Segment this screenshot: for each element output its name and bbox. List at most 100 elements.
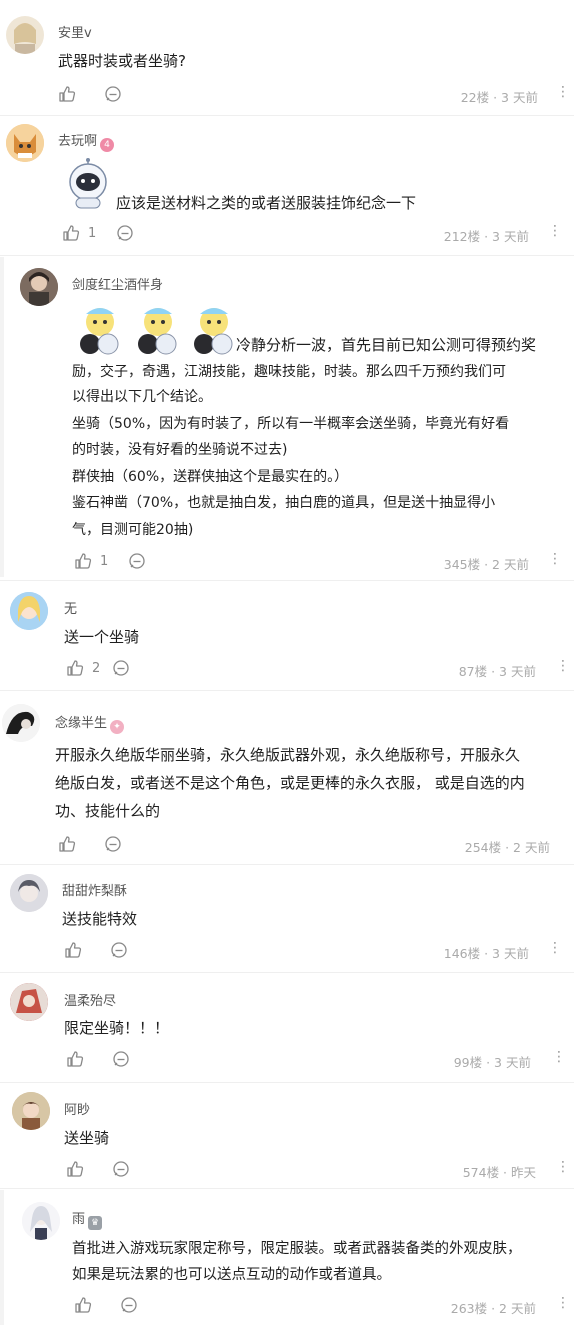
username[interactable]: 雨 ♛ — [72, 1208, 103, 1230]
divider — [0, 1188, 574, 1189]
reply-bubble-icon[interactable] — [112, 1160, 130, 1178]
comment-text: 武器时装或者坐骑? — [58, 52, 186, 70]
comment-text: 应该是送材料之类的或者送服装挂饰纪念一下 — [116, 194, 417, 212]
thumbs-up-icon[interactable] — [58, 835, 76, 853]
more-vertical-icon[interactable]: ⋮ — [556, 84, 570, 100]
comment-text-line: 首批进入游戏玩家限定称号，限定服装。或者武器装备类的外观皮肤， — [72, 1241, 522, 1257]
floor-time: 99楼 · 3 天前 — [453, 1055, 531, 1070]
floor-time: 574楼 · 昨天 — [462, 1165, 536, 1180]
comment-actions — [66, 1158, 130, 1180]
more-vertical-icon[interactable]: ⋮ — [548, 223, 562, 239]
floor-time: 254楼 · 2 天前 — [464, 840, 550, 855]
avatar[interactable] — [20, 268, 58, 306]
username[interactable]: 温柔殆尽 — [64, 990, 116, 1009]
username[interactable]: 念缘半生 ✦ — [55, 712, 125, 734]
comment-actions: 1 — [62, 222, 134, 244]
thumbs-up-icon[interactable] — [62, 224, 80, 242]
reply-bubble-icon[interactable] — [116, 224, 134, 242]
username[interactable]: 阿眇 — [64, 1099, 90, 1118]
comment-text-line: 冷静分析一波，首先目前已知公测可得预约奖 — [236, 336, 537, 354]
divider — [0, 1082, 574, 1083]
username[interactable]: 去玩啊 4 — [58, 130, 115, 152]
avatar[interactable] — [12, 1092, 50, 1130]
username[interactable]: 剑度红尘酒伴身 — [72, 274, 163, 293]
avatar[interactable] — [2, 704, 40, 742]
avatar[interactable] — [10, 592, 48, 630]
more-vertical-icon[interactable]: ⋮ — [556, 1159, 570, 1175]
more-vertical-icon[interactable]: ⋮ — [556, 1295, 570, 1311]
reply-bubble-icon[interactable] — [110, 941, 128, 959]
comment-text-line: 功、技能什么的 — [55, 802, 161, 820]
more-vertical-icon[interactable]: ⋮ — [548, 940, 562, 956]
comment-actions — [66, 1048, 130, 1070]
thumbs-up-icon[interactable] — [74, 1296, 92, 1314]
thumbs-up-icon[interactable] — [64, 941, 82, 959]
comment-actions — [58, 83, 122, 105]
reply-bubble-icon[interactable] — [128, 552, 146, 570]
more-vertical-icon[interactable]: ⋮ — [556, 658, 570, 674]
thumbs-up-icon[interactable] — [66, 1050, 84, 1068]
floor-time: 212楼 · 3 天前 — [443, 229, 529, 244]
comment-text-line: 如果是玩法累的也可以送点互动的动作或者道具。 — [72, 1267, 391, 1283]
reply-bubble-icon[interactable] — [120, 1296, 138, 1314]
thread-indicator — [0, 1190, 4, 1325]
comment-text-line: 气，目测可能20抽) — [72, 522, 194, 538]
sticker-image — [72, 302, 128, 358]
level-badge: ♛ — [88, 1216, 103, 1230]
level-badge: ✦ — [110, 720, 125, 734]
comment-text: 送坐骑 — [64, 1129, 110, 1147]
username[interactable]: 安里v — [58, 22, 92, 41]
comment-text: 送技能特效 — [62, 910, 138, 928]
comment-text-line: 坐骑（50%，因为有时装了，所以有一半概率会送坐骑，毕竟光有好看 — [72, 416, 510, 432]
reply-bubble-icon[interactable] — [112, 659, 130, 677]
reply-bubble-icon[interactable] — [112, 1050, 130, 1068]
divider — [0, 255, 574, 256]
username-text[interactable]: 雨 — [72, 1212, 85, 1227]
like-count: 1 — [88, 225, 97, 241]
comment-text-line: 开服永久绝版华丽坐骑，永久绝版武器外观，永久绝版称号，开服永久 — [55, 746, 521, 764]
like-count: 1 — [100, 553, 109, 569]
avatar[interactable] — [10, 874, 48, 912]
level-badge: 4 — [100, 138, 115, 152]
divider — [0, 580, 574, 581]
thumbs-up-icon[interactable] — [58, 85, 76, 103]
comment-text-line: 以得出以下几个结论。 — [72, 389, 212, 405]
username-text[interactable]: 念缘半生 — [55, 716, 107, 731]
divider — [0, 115, 574, 116]
thumbs-up-icon[interactable] — [74, 552, 92, 570]
reply-bubble-icon[interactable] — [104, 835, 122, 853]
username[interactable]: 无 — [64, 598, 77, 617]
comment-text-line: 群侠抽（60%，送群侠抽这个是最实在的。） — [72, 469, 349, 485]
comment-actions: 1 — [74, 550, 146, 572]
avatar[interactable] — [10, 983, 48, 1021]
floor-time: 146楼 · 3 天前 — [443, 946, 529, 961]
avatar[interactable] — [6, 16, 44, 54]
more-vertical-icon[interactable]: ⋮ — [548, 551, 562, 567]
comment-actions — [64, 939, 128, 961]
thumbs-up-icon[interactable] — [66, 659, 84, 677]
reply-bubble-icon[interactable] — [104, 85, 122, 103]
avatar[interactable] — [6, 124, 44, 162]
floor-time: 87楼 · 3 天前 — [458, 664, 536, 679]
divider — [0, 972, 574, 973]
comment-actions: 2 — [66, 657, 130, 679]
username[interactable]: 甜甜炸梨酥 — [62, 880, 127, 899]
comment-actions — [74, 1294, 138, 1316]
divider — [0, 690, 574, 691]
comment-text-line: 绝版白发，或者送不是这个角色，或是更棒的永久衣服， 或是自选的内 — [55, 774, 525, 792]
more-vertical-icon[interactable]: ⋮ — [552, 1049, 566, 1065]
sticker-image — [62, 158, 114, 210]
username-text[interactable]: 去玩啊 — [58, 134, 97, 149]
avatar[interactable] — [22, 1202, 60, 1240]
sticker-image — [186, 302, 242, 358]
sticker-image — [130, 302, 186, 358]
comment-text: 限定坐骑！！！ — [64, 1019, 170, 1037]
comment-text-line: 的时装，没有好看的坐骑说不过去) — [72, 442, 288, 458]
comment-text-line: 鉴石神凿（70%，也就是抽白发，抽白鹿的道具，但是送十抽显得小 — [72, 495, 496, 511]
comment-text-line: 励，交子，奇遇，江湖技能，趣味技能，时装。那么四千万预约我们可 — [72, 364, 506, 380]
floor-time: 345楼 · 2 天前 — [443, 557, 529, 572]
floor-time: 263楼 · 2 天前 — [450, 1301, 536, 1316]
thread-indicator — [0, 257, 4, 577]
floor-time: 22楼 · 3 天前 — [460, 90, 538, 105]
thumbs-up-icon[interactable] — [66, 1160, 84, 1178]
